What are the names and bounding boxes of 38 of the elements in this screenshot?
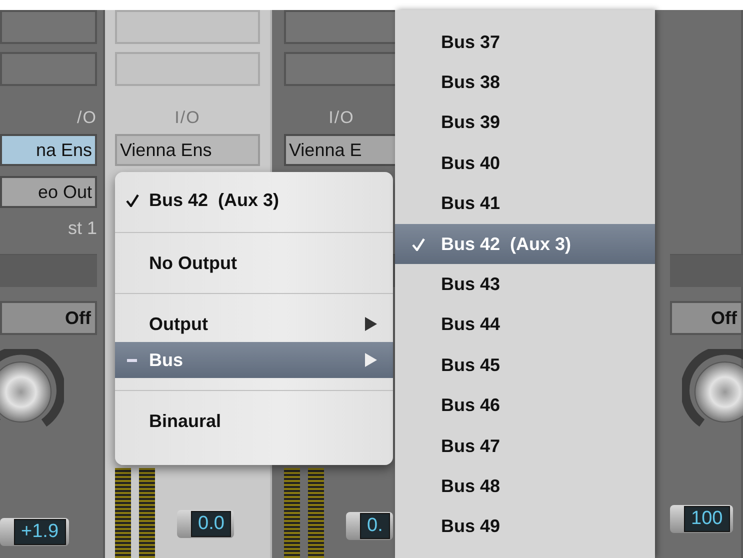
io-label: /O — [76, 108, 97, 129]
check-icon — [126, 194, 138, 206]
menu-item[interactable]: Bus 48 — [395, 466, 655, 507]
menu-item[interactable]: Bus 41 — [395, 184, 655, 224]
menu-item[interactable]: Output — [115, 306, 393, 342]
fader-value: 100 — [684, 506, 730, 532]
menu-item[interactable]: Bus 43 — [395, 264, 655, 305]
channel-name: st 1 — [66, 218, 97, 240]
fader-value: 0. — [360, 513, 390, 539]
menu-item[interactable]: Bus 49 — [395, 506, 655, 548]
input-slot[interactable]: na Ens — [0, 134, 97, 166]
menu-item[interactable]: Binaural — [115, 403, 393, 439]
menu-item[interactable]: Bus 42 (Aux 3) — [395, 224, 655, 264]
menu-item[interactable]: Bus 45 — [395, 345, 655, 386]
automation-button[interactable]: Off — [670, 301, 743, 335]
check-icon — [412, 238, 424, 251]
menu-item[interactable]: Bus 42 (Aux 3) — [115, 180, 393, 220]
output-slot[interactable]: eo Out — [0, 176, 97, 208]
menu-item[interactable]: Bus 38 — [395, 62, 655, 103]
volume-fader[interactable]: 0. — [346, 512, 393, 540]
menu-item[interactable]: Bus 46 — [395, 386, 655, 426]
menu-item[interactable]: Bus 47 — [395, 426, 655, 466]
input-slot[interactable]: Vienna Ens — [115, 134, 260, 166]
io-label: I/O — [174, 108, 202, 129]
menu-item[interactable]: Bus 44 — [395, 304, 655, 346]
io-label: I/O — [328, 108, 356, 129]
automation-button[interactable]: Off — [0, 301, 97, 335]
volume-fader[interactable]: 0.0 — [177, 510, 234, 538]
fader-value: 0.0 — [191, 511, 232, 537]
dash-icon — [127, 358, 137, 362]
volume-fader[interactable]: 100 — [670, 505, 733, 533]
fader-value: +1.9 — [14, 519, 66, 545]
menu-item[interactable]: Bus 37 — [395, 22, 655, 62]
volume-fader[interactable]: +1.9 — [0, 518, 69, 546]
group-slot[interactable] — [0, 254, 97, 287]
group-slot[interactable] — [670, 254, 743, 287]
menu-item[interactable]: No Output — [115, 245, 393, 281]
menu-item[interactable]: Bus — [115, 342, 393, 378]
